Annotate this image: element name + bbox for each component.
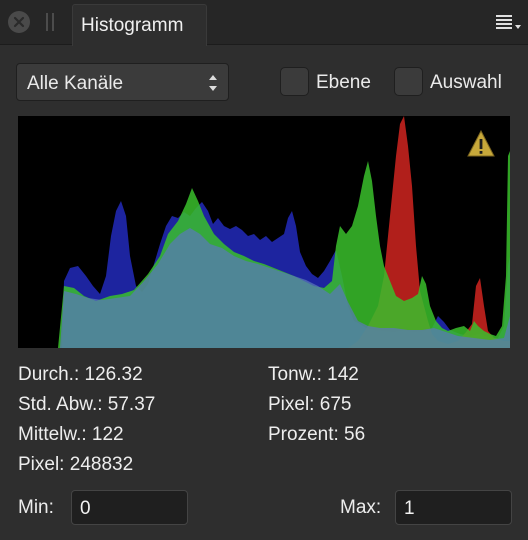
selection-checkbox[interactable] bbox=[394, 67, 423, 96]
stat-std-dev-label: Std. Abw.: bbox=[18, 394, 103, 415]
tab-histogram-label: Histogramm bbox=[81, 15, 184, 36]
stat-std-dev: Std. Abw.: 57.37 bbox=[18, 394, 155, 416]
channel-select-value: Alle Kanäle bbox=[27, 73, 124, 94]
min-label: Min: bbox=[18, 497, 54, 518]
warning-triangle-icon[interactable] bbox=[467, 129, 495, 157]
channel-select[interactable]: Alle Kanäle bbox=[16, 63, 229, 101]
max-input[interactable]: 1 bbox=[395, 490, 512, 525]
panel-tab-bar: Histogramm bbox=[0, 0, 528, 46]
stat-percent-value: 56 bbox=[344, 424, 366, 445]
stat-mean-label: Durch.: bbox=[18, 364, 80, 385]
histogram-display bbox=[18, 116, 510, 348]
min-input-value: 0 bbox=[80, 498, 91, 519]
stat-median-label: Mittelw.: bbox=[18, 424, 87, 445]
stat-pixel-count: Pixel: 248832 bbox=[18, 454, 133, 476]
stat-percent: Prozent: 56 bbox=[268, 424, 365, 446]
stat-median: Mittelw.: 122 bbox=[18, 424, 124, 446]
stat-tone-pixels-value: 675 bbox=[319, 394, 352, 415]
stat-pixel-count-value: 248832 bbox=[69, 454, 134, 475]
max-input-value: 1 bbox=[404, 498, 415, 519]
stat-tone-pixels-label: Pixel: bbox=[268, 394, 315, 415]
close-icon bbox=[13, 16, 25, 28]
stat-tone-pixels: Pixel: 675 bbox=[268, 394, 351, 416]
stat-tone: Tonw.: 142 bbox=[268, 364, 359, 386]
stat-mean: Durch.: 126.32 bbox=[18, 364, 143, 386]
stat-median-value: 122 bbox=[91, 424, 124, 445]
stat-mean-value: 126.32 bbox=[84, 364, 143, 385]
stat-tone-value: 142 bbox=[327, 364, 359, 385]
layer-checkbox[interactable] bbox=[280, 67, 309, 96]
stat-std-dev-value: 57.37 bbox=[107, 394, 156, 415]
layer-checkbox-label[interactable]: Ebene bbox=[316, 72, 371, 94]
hamburger-menu-icon bbox=[496, 15, 521, 29]
tab-histogram[interactable]: Histogramm bbox=[72, 4, 207, 46]
panel-menu-button[interactable] bbox=[494, 13, 524, 35]
stat-percent-label: Prozent: bbox=[268, 424, 339, 445]
stat-pixel-count-label: Pixel: bbox=[18, 454, 65, 475]
stat-tone-label: Tonw.: bbox=[268, 364, 322, 385]
stepper-arrows-icon bbox=[209, 75, 217, 91]
close-panel-button[interactable] bbox=[8, 11, 30, 33]
drag-handle-icon[interactable] bbox=[46, 13, 56, 31]
max-label: Max: bbox=[340, 497, 382, 518]
min-input[interactable]: 0 bbox=[71, 490, 188, 525]
selection-checkbox-label[interactable]: Auswahl bbox=[430, 72, 502, 94]
